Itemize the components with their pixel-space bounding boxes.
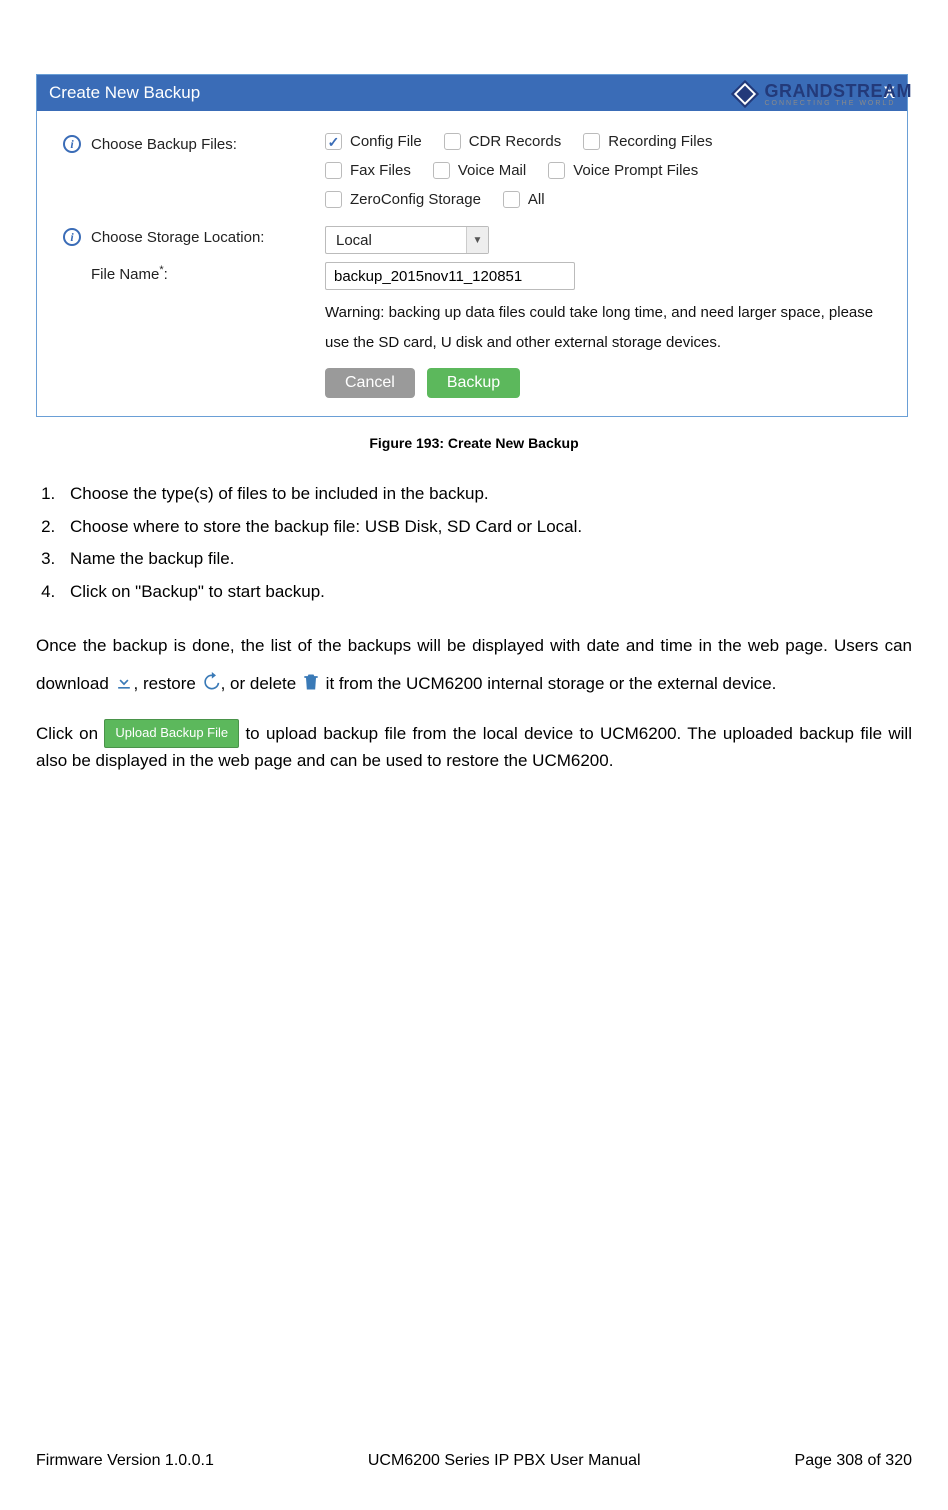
cdr-records-label: CDR Records (469, 133, 562, 150)
all-checkbox[interactable] (503, 191, 520, 208)
label-backup-files: Choose Backup Files: (91, 136, 237, 153)
voice-mail-checkbox[interactable] (433, 162, 450, 179)
brand-tagline: CONNECTING THE WORLD (765, 100, 913, 107)
step-1: Choose the type(s) of files to be includ… (60, 479, 912, 510)
cancel-button[interactable]: Cancel (325, 368, 415, 398)
step-2: Choose where to store the backup file: U… (60, 512, 912, 543)
storage-location-value: Local (326, 232, 466, 249)
zeroconfig-label: ZeroConfig Storage (350, 191, 481, 208)
footer-title: UCM6200 Series IP PBX User Manual (368, 1452, 641, 1470)
page-footer: Firmware Version 1.0.0.1 UCM6200 Series … (36, 1452, 912, 1470)
storage-location-select[interactable]: Local ▼ (325, 226, 489, 254)
chevron-down-icon: ▼ (466, 227, 488, 253)
brand-logo: GRANDSTREAM CONNECTING THE WORLD (731, 80, 913, 108)
create-backup-dialog: Create New Backup X i Choose Backup File… (36, 74, 908, 417)
all-label: All (528, 191, 545, 208)
warning-text: Warning: backing up data files could tak… (325, 298, 881, 358)
upload-backup-file-button[interactable]: Upload Backup File (104, 719, 239, 748)
voice-prompt-checkbox[interactable] (548, 162, 565, 179)
recording-files-checkbox[interactable] (583, 133, 600, 150)
info-icon[interactable]: i (63, 135, 81, 153)
config-file-label: Config File (350, 133, 422, 150)
paragraph-backup-list: Once the backup is done, the list of the… (36, 627, 912, 702)
fax-files-checkbox[interactable] (325, 162, 342, 179)
step-3: Name the backup file. (60, 544, 912, 575)
figure-caption: Figure 193: Create New Backup (36, 435, 912, 451)
footer-firmware: Firmware Version 1.0.0.1 (36, 1452, 214, 1470)
info-icon[interactable]: i (63, 228, 81, 246)
config-file-checkbox[interactable] (325, 133, 342, 150)
restore-icon (201, 672, 221, 692)
download-icon (114, 672, 134, 692)
zeroconfig-checkbox[interactable] (325, 191, 342, 208)
file-name-input[interactable] (325, 262, 575, 290)
paragraph-upload: Click on Upload Backup File to upload ba… (36, 720, 912, 773)
backup-button[interactable]: Backup (427, 368, 520, 398)
voice-mail-label: Voice Mail (458, 162, 526, 179)
label-file-name: File Name (91, 266, 159, 283)
footer-page: Page 308 of 320 (795, 1452, 912, 1470)
label-storage-location: Choose Storage Location: (91, 229, 264, 246)
brand-mark-icon (731, 80, 759, 108)
cdr-records-checkbox[interactable] (444, 133, 461, 150)
dialog-title: Create New Backup (49, 83, 200, 103)
instructions-list: Choose the type(s) of files to be includ… (36, 479, 912, 607)
brand-name: GRANDSTREAM (765, 82, 913, 100)
step-4: Click on "Backup" to start backup. (60, 577, 912, 608)
fax-files-label: Fax Files (350, 162, 411, 179)
voice-prompt-label: Voice Prompt Files (573, 162, 698, 179)
delete-icon (301, 672, 321, 692)
recording-files-label: Recording Files (608, 133, 712, 150)
